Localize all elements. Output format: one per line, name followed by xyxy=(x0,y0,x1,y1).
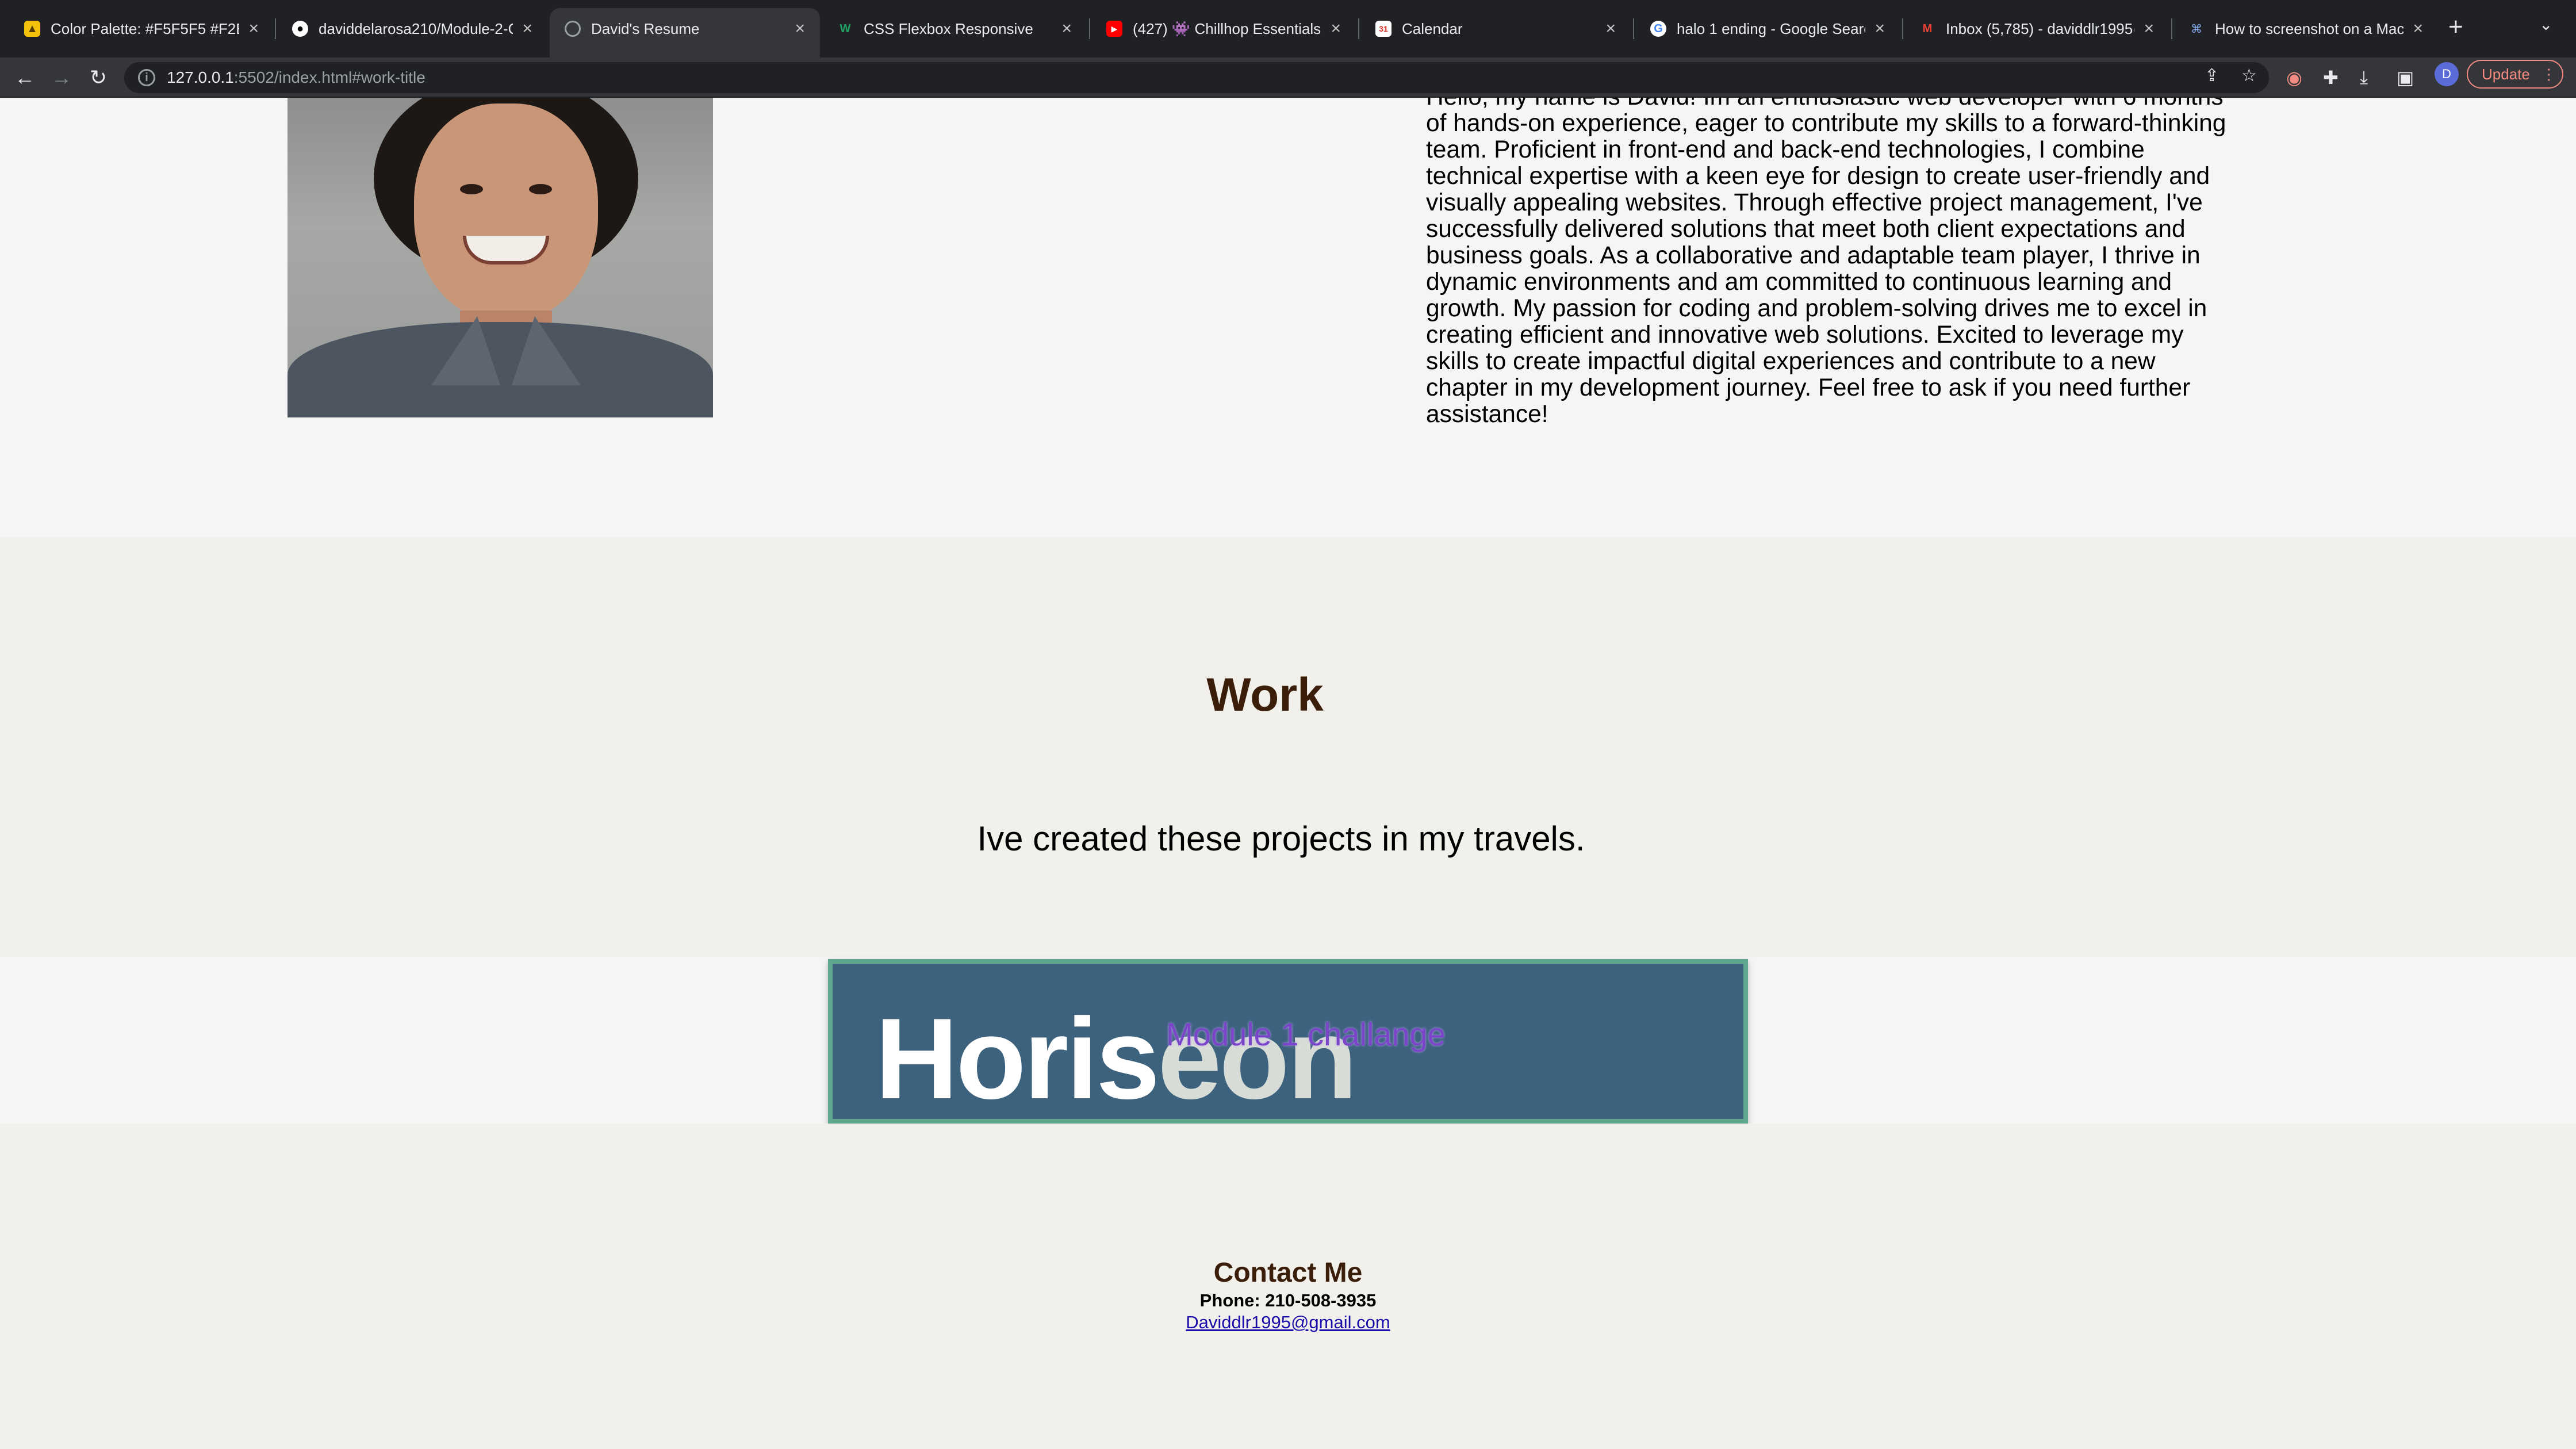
address-bar[interactable]: i 127.0.0.1:5502/index.html#work-title xyxy=(124,62,2269,93)
tab-search-chevron-icon[interactable]: ⌄ xyxy=(2539,15,2552,34)
contact-title: Contact Me xyxy=(1213,1258,1363,1288)
close-icon[interactable]: × xyxy=(1605,19,1616,39)
tab-separator xyxy=(1633,18,1634,39)
palette-icon: ▲ xyxy=(24,21,40,37)
tab-separator xyxy=(2171,18,2172,39)
download-icon[interactable]: ⤓ xyxy=(2360,67,2368,89)
photo-eye xyxy=(529,184,552,194)
close-icon[interactable]: × xyxy=(2413,19,2423,39)
youtube-icon: ▶ xyxy=(1106,21,1122,37)
close-icon[interactable]: × xyxy=(2144,19,2154,39)
forward-arrow-icon[interactable]: → xyxy=(47,63,76,92)
project-card[interactable]: Horiseon Module 1 challange xyxy=(828,959,1748,1124)
tab-separator xyxy=(1902,18,1903,39)
photo-shirt xyxy=(288,322,713,417)
side-panel-icon[interactable]: ▣ xyxy=(2397,67,2414,89)
photo-eye xyxy=(460,184,483,194)
more-vertical-icon[interactable]: ⋮ xyxy=(2542,66,2556,83)
close-icon[interactable]: × xyxy=(248,19,259,39)
extensions-puzzle-icon[interactable]: ✚ xyxy=(2323,67,2339,89)
github-icon: ● xyxy=(292,21,308,37)
bookmark-star-icon[interactable]: ☆ xyxy=(2241,66,2257,86)
photo-face xyxy=(414,103,598,322)
close-icon[interactable]: × xyxy=(1331,19,1341,39)
work-title: Work xyxy=(1206,669,1324,721)
tab-separator xyxy=(1089,18,1090,39)
calendar-icon: 31 xyxy=(1375,21,1392,37)
google-icon: G xyxy=(1650,21,1666,37)
tab-gmail[interactable]: M Inbox (5,785) - daviddlr1995@ × xyxy=(1904,8,2169,49)
tab-calendar[interactable]: 31 Calendar × xyxy=(1360,8,1631,49)
reload-icon[interactable]: ↻ xyxy=(84,63,113,92)
tab-separator xyxy=(275,18,276,39)
about-section: Hello, my name is David! Im an enthusias… xyxy=(0,98,2576,537)
tab-github[interactable]: ● daviddelarosa210/Module-2-C × xyxy=(277,8,547,49)
link-icon: ⌘ xyxy=(2191,22,2202,36)
projects-section: Horiseon Module 1 challange xyxy=(0,957,2576,1124)
close-icon[interactable]: × xyxy=(1061,19,1072,39)
email-link[interactable]: Daviddlr1995@gmail.com xyxy=(1186,1312,1390,1332)
tab-davids-resume[interactable]: David's Resume × xyxy=(550,8,820,57)
browser-toolbar: ← → ↻ i 127.0.0.1:5502/index.html#work-t… xyxy=(0,57,2576,98)
bio-paragraph: Hello, my name is David! Im an enthusias… xyxy=(1426,98,2226,428)
contact-phone: Phone: 210-508-3935 xyxy=(1199,1290,1377,1310)
page-viewport: Hello, my name is David! Im an enthusias… xyxy=(0,98,2576,1449)
back-arrow-icon[interactable]: ← xyxy=(10,63,39,92)
tab-youtube[interactable]: ▶ (427) 👾 Chillhop Essentials F × xyxy=(1091,8,1356,49)
tab-google-search[interactable]: G halo 1 ending - Google Search × xyxy=(1635,8,1900,49)
share-icon[interactable]: ⇪ xyxy=(2205,66,2219,86)
profile-avatar[interactable]: D xyxy=(2435,62,2459,86)
tab-css-flexbox[interactable]: W CSS Flexbox Responsive × xyxy=(822,8,1087,49)
photo-collar xyxy=(431,316,500,385)
new-tab-button[interactable]: + xyxy=(2448,13,2463,41)
contact-email: Daviddlr1995@gmail.com xyxy=(0,1312,2576,1333)
extension-record-icon[interactable]: ◉ xyxy=(2286,67,2302,89)
url-text: 127.0.0.1:5502/index.html#work-title xyxy=(167,68,425,86)
photo-collar xyxy=(512,316,581,385)
update-button[interactable]: Update ⋮ xyxy=(2467,60,2563,89)
gmail-icon: M xyxy=(1922,22,1933,35)
work-section: Work Ive created these projects in my tr… xyxy=(0,537,2576,957)
profile-photo xyxy=(288,98,713,417)
work-subtitle: Ive created these projects in my travels… xyxy=(977,819,1585,858)
tab-color-palette[interactable]: ▲ Color Palette: #F5F5F5 #F2EA × xyxy=(9,8,274,49)
close-icon[interactable]: × xyxy=(795,19,805,39)
globe-icon xyxy=(565,21,581,37)
close-icon[interactable]: × xyxy=(1874,19,1885,39)
w-icon: W xyxy=(839,22,851,35)
project-name[interactable]: Module 1 challange xyxy=(833,1015,1743,1053)
tab-separator xyxy=(1358,18,1359,39)
contact-section: Contact Me Phone: 210-508-3935 Daviddlr1… xyxy=(0,1124,2576,1449)
close-icon[interactable]: × xyxy=(522,19,532,39)
tab-mac-screenshot[interactable]: ⌘ How to screenshot on a Mac | × xyxy=(2174,8,2438,49)
site-info-icon[interactable]: i xyxy=(138,69,155,86)
browser-tab-bar: ▲ Color Palette: #F5F5F5 #F2EA × ● david… xyxy=(0,0,2576,57)
